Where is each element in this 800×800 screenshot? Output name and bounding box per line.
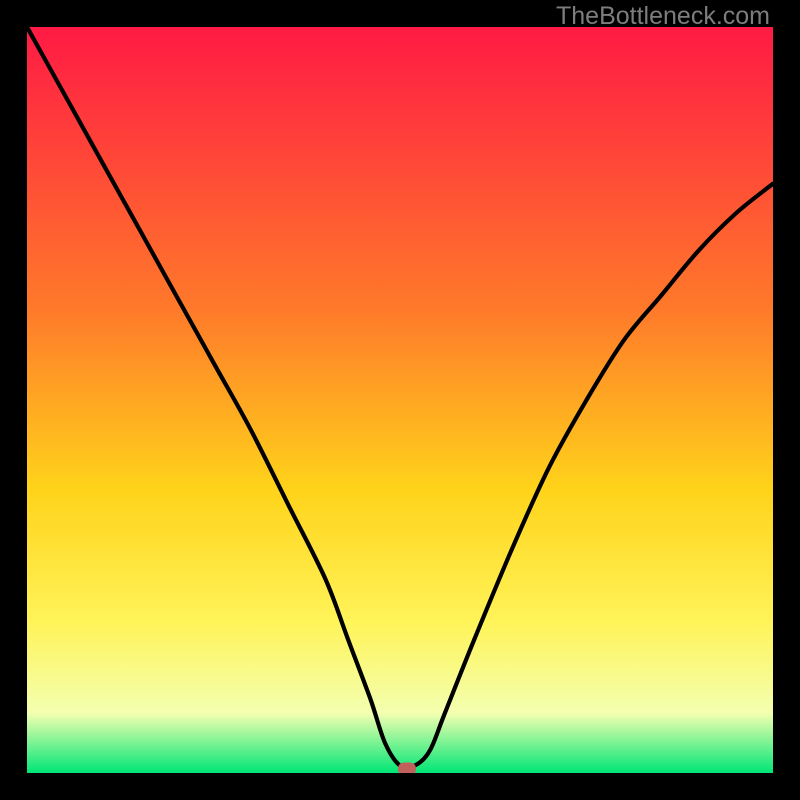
optimal-point-marker bbox=[398, 763, 416, 773]
plot-area bbox=[27, 27, 773, 773]
chart-frame: TheBottleneck.com bbox=[0, 0, 800, 800]
bottleneck-curve bbox=[27, 27, 773, 773]
